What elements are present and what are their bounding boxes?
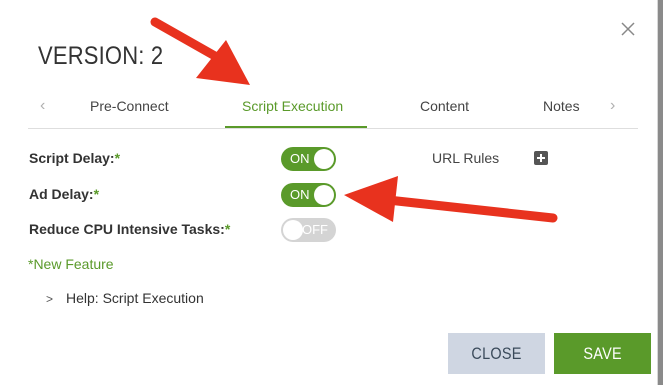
script-delay-toggle[interactable]: ON <box>281 147 336 171</box>
toggle-knob <box>283 220 303 240</box>
chevron-right-icon[interactable]: › <box>610 98 615 114</box>
help-expander[interactable]: > Help: Script Execution <box>46 290 204 306</box>
help-label: Help: Script Execution <box>66 290 204 306</box>
tab-script-execution[interactable]: Script Execution <box>242 98 343 114</box>
tab-content[interactable]: Content <box>420 98 469 114</box>
dialog-title: VERSION: 2 <box>38 42 164 70</box>
tab-notes[interactable]: Notes <box>543 98 580 114</box>
ad-delay-label: Ad Delay:* <box>29 186 99 202</box>
save-button-label: SAVE <box>583 344 622 363</box>
new-feature-note: *New Feature <box>28 256 114 272</box>
script-delay-text: Script Delay: <box>29 150 115 166</box>
toggle-state-label: ON <box>290 151 310 166</box>
reduce-cpu-toggle[interactable]: OFF <box>281 218 336 242</box>
tab-pre-connect[interactable]: Pre-Connect <box>90 98 169 114</box>
required-mark: * <box>114 150 121 166</box>
reduce-cpu-text: Reduce CPU Intensive Tasks: <box>29 221 225 237</box>
required-mark: * <box>224 221 231 237</box>
url-rules-label: URL Rules <box>432 150 500 166</box>
toggle-state-label: ON <box>290 187 310 202</box>
close-button-label: CLOSE <box>471 344 522 363</box>
toggle-knob <box>314 149 334 169</box>
toggle-knob <box>314 185 334 205</box>
active-tab-indicator <box>225 126 367 128</box>
ad-delay-toggle[interactable]: ON <box>281 183 336 207</box>
save-button[interactable]: SAVE <box>554 333 651 374</box>
plus-square-icon[interactable] <box>534 151 548 165</box>
version-dialog: VERSION: 2 ‹ Pre-Connect Script Executio… <box>0 0 658 385</box>
close-icon[interactable] <box>621 22 635 36</box>
required-mark: * <box>93 186 100 202</box>
tab-bar: ‹ Pre-Connect Script Execution Content N… <box>28 88 638 129</box>
ad-delay-text: Ad Delay: <box>29 186 94 202</box>
toggle-state-label: OFF <box>302 222 328 237</box>
chevron-left-icon[interactable]: ‹ <box>40 98 45 114</box>
chevron-right-icon: > <box>46 292 54 306</box>
close-button[interactable]: CLOSE <box>448 333 545 374</box>
reduce-cpu-label: Reduce CPU Intensive Tasks:* <box>29 221 230 237</box>
script-delay-label: Script Delay:* <box>29 150 120 166</box>
